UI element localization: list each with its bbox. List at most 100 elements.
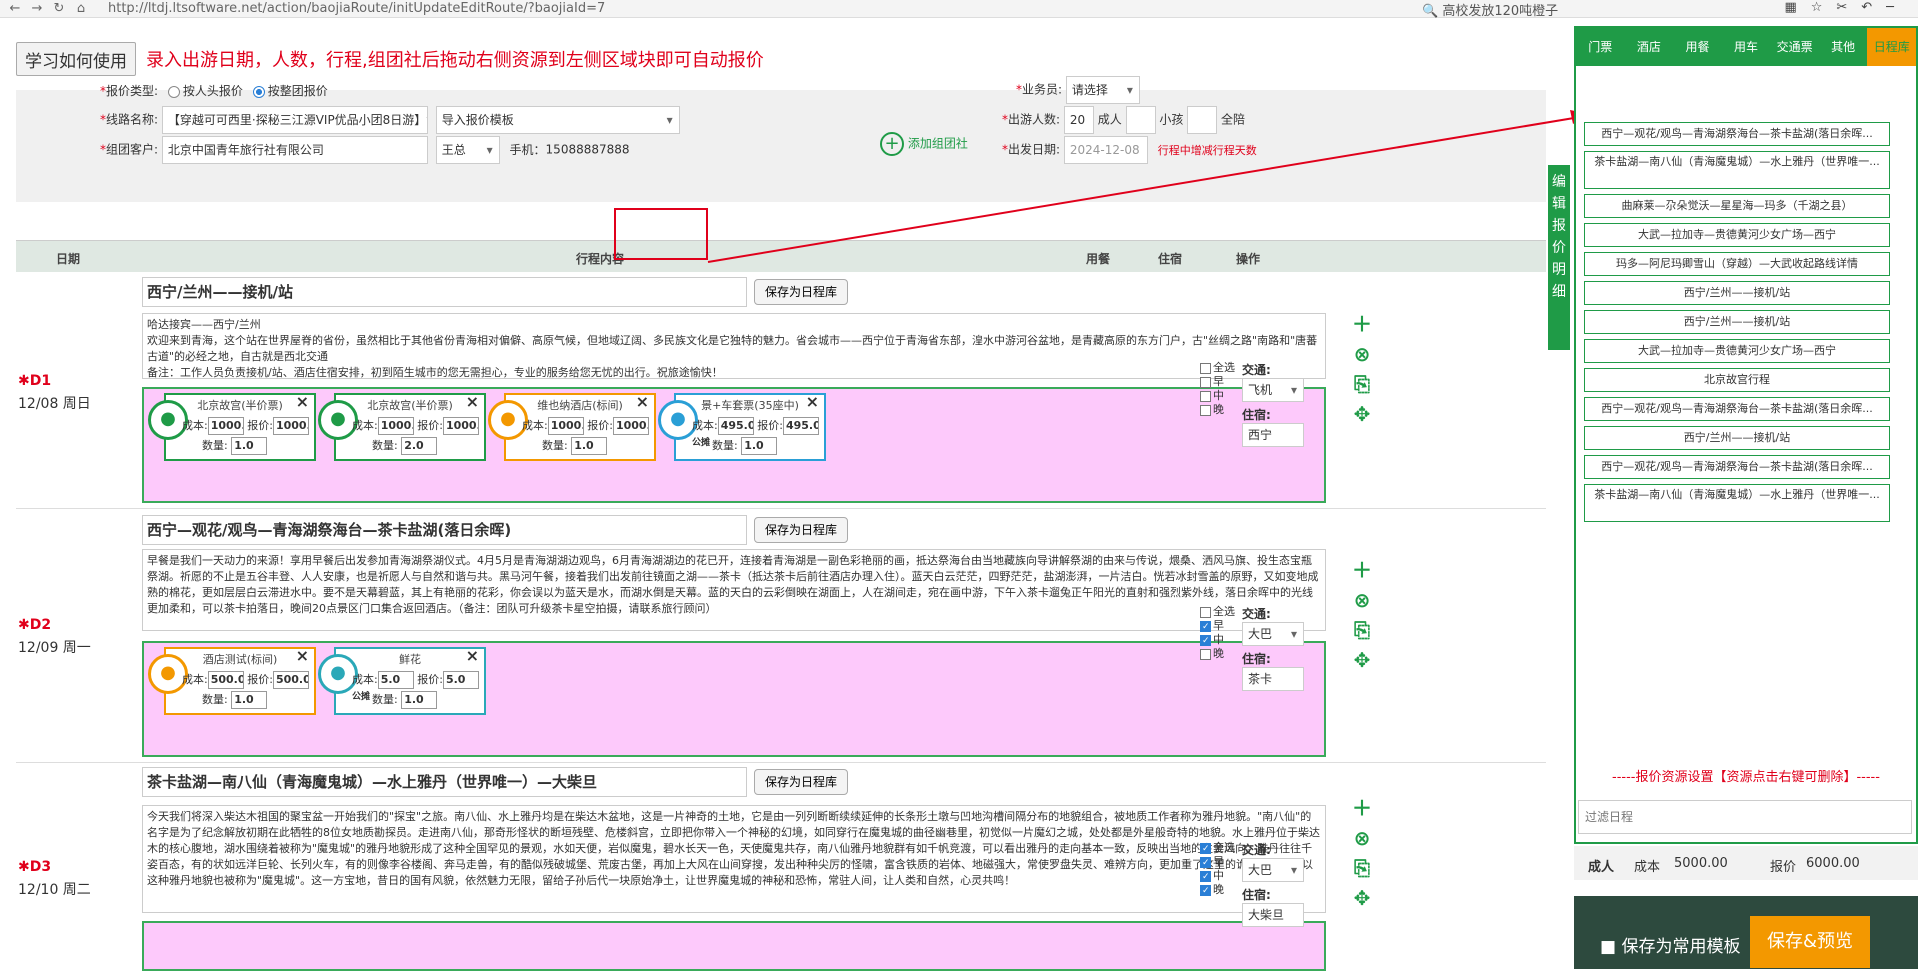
save-preview-button[interactable]: 保存&预览 (1750, 916, 1870, 968)
checkbox[interactable] (1200, 648, 1211, 660)
meal-option[interactable]: 晚 (1200, 403, 1235, 417)
add-icon[interactable]: ＋ (1352, 309, 1372, 339)
schedule-library-item[interactable]: 北京故宫行程 (1584, 368, 1890, 392)
schedule-library-item[interactable]: 西宁—观花/观鸟—青海湖祭海台—茶卡盐湖(落日余晖... (1584, 455, 1890, 479)
cost-input[interactable]: 1000.0 (207, 417, 244, 435)
cost-input[interactable]: 500.0 (207, 671, 244, 689)
checkbox[interactable] (1200, 870, 1211, 884)
move-icon[interactable]: ✥ (1352, 399, 1372, 429)
schedule-library-item[interactable]: 曲麻莱—尕朵觉沃—星星海—玛多（千湖之县） (1584, 194, 1890, 218)
meal-option[interactable]: 全选 (1200, 361, 1235, 375)
reload-icon[interactable]: ↻ (52, 1, 66, 16)
lodge-input[interactable]: 茶卡 (1242, 667, 1304, 691)
copy-icon[interactable]: ⎘ (1352, 853, 1372, 883)
checkbox[interactable] (1200, 376, 1211, 388)
traffic-select[interactable]: 大巴 (1242, 622, 1304, 646)
close-icon[interactable]: × (296, 646, 309, 665)
add-group-button[interactable]: + 添加组团社 (880, 132, 968, 156)
resource-card[interactable]: 鲜花 × ● 成本: 5.0 报价: 5.0 公摊 数量: 1.0 (318, 646, 486, 715)
template-select[interactable]: 导入报价模板 (435, 106, 680, 134)
browser-search[interactable]: 🔍 高校发放120吨橙子 (1422, 0, 1558, 19)
schedule-library-item[interactable]: 玛多—阿尼玛卿雪山（穿越）—大武收起路线详情 (1584, 252, 1890, 276)
cost-input[interactable]: 5.0 (377, 671, 414, 689)
resource-tab[interactable]: 交通票 (1770, 28, 1819, 66)
price-input[interactable]: 5.0 (442, 671, 479, 689)
close-icon[interactable]: × (296, 392, 309, 411)
learn-button[interactable]: 学习如何使用 (16, 42, 136, 76)
price-input[interactable]: 1000.0 (442, 417, 479, 435)
qty-input[interactable]: 1.0 (571, 437, 608, 455)
qty-input[interactable]: 1.0 (231, 437, 268, 455)
day-description[interactable]: 哈达接宾——西宁/兰州 欢迎来到青海，这个站在世界屋脊的省份，虽然相比于其他省份… (142, 313, 1326, 379)
route-name-input[interactable]: 【穿越可可西里·探秘三江源VIP优品小团8日游】世界自然遗产 (161, 106, 428, 134)
checkbox[interactable] (1200, 634, 1211, 648)
checkbox[interactable] (1200, 606, 1211, 618)
lodge-input[interactable]: 大柴旦 (1242, 903, 1304, 927)
close-icon[interactable]: × (636, 392, 649, 411)
meal-option[interactable]: 晚 (1200, 883, 1235, 898)
copy-icon[interactable]: ⎘ (1352, 615, 1372, 645)
resource-drop-zone[interactable] (142, 921, 1326, 971)
meal-option[interactable]: 早 (1200, 855, 1235, 870)
date-input[interactable]: 2024-12-08 (1063, 136, 1148, 164)
price-input[interactable]: 1000.0 (612, 417, 649, 435)
close-icon[interactable]: × (806, 392, 819, 411)
radio-per-group[interactable] (252, 85, 265, 98)
resource-card[interactable]: 景+车套票(35座中) × ● 成本: 495.0 报价: 495.0 公摊 数量: 1.0 (658, 392, 826, 461)
home-icon[interactable]: ⌂ (74, 1, 88, 16)
address-bar[interactable]: http://ltdj.ltsoftware.net/action/baojia… (108, 1, 605, 16)
schedule-library-item[interactable]: 西宁—观花/观鸟—青海湖祭海台—茶卡盐湖(落日余晖... (1584, 397, 1890, 421)
meal-option[interactable]: 全选 (1200, 605, 1235, 619)
save-schedule-button[interactable]: 保存为日程库 (754, 769, 849, 795)
save-template-checkbox[interactable]: ■ 保存为常用模板 (1600, 932, 1740, 957)
day-title-input[interactable]: 西宁/兰州——接机/站 (142, 277, 747, 307)
adult-input[interactable] (1125, 106, 1156, 134)
filter-input[interactable]: 过滤日程 (1578, 800, 1912, 834)
schedule-library-item[interactable]: 大武—拉加寺—贵德黄河少女广场—西宁 (1584, 339, 1890, 363)
child-input[interactable] (1187, 106, 1218, 134)
schedule-library-item[interactable]: 西宁—观花/观鸟—青海湖祭海台—茶卡盐湖(落日余晖... (1584, 122, 1890, 146)
day-description[interactable]: 早餐是我们一天动力的来源！享用早餐后出发参加青海湖祭湖仪式。4月5月是青海湖湖边… (142, 549, 1326, 631)
qty-input[interactable]: 1.0 (401, 691, 438, 709)
cost-input[interactable]: 1000.0 (547, 417, 584, 435)
qty-input[interactable]: 1.0 (741, 437, 778, 455)
save-schedule-button[interactable]: 保存为日程库 (754, 279, 849, 305)
close-icon[interactable]: × (466, 646, 479, 665)
resource-tab[interactable]: 酒店 (1625, 28, 1674, 66)
resource-card[interactable]: 北京故宫(半价票)×●成本:1000.0 报价:1000.0数量: 1.0 (148, 392, 316, 461)
checkbox[interactable] (1200, 362, 1211, 374)
checkbox[interactable] (1200, 884, 1211, 898)
resource-tab[interactable]: 其他 (1819, 28, 1868, 66)
copy-icon[interactable]: ⎘ (1352, 369, 1372, 399)
traffic-select[interactable]: 飞机 (1242, 378, 1304, 402)
meal-option[interactable]: 中 (1200, 633, 1235, 648)
delete-icon[interactable]: ⊗ (1352, 585, 1372, 615)
contact-select[interactable]: 王总 (435, 136, 500, 164)
checkbox[interactable] (1200, 404, 1211, 416)
checkbox[interactable] (1200, 856, 1211, 870)
forward-icon[interactable]: → (30, 1, 44, 16)
resource-card[interactable]: 北京故宫(半价票)×●成本:1000.0 报价:1000.0数量: 2.0 (318, 392, 486, 461)
resource-card[interactable]: 维也纳酒店(标间)×●成本:1000.0 报价:1000.0数量: 1.0 (488, 392, 656, 461)
day-title-input[interactable]: 西宁—观花/观鸟—青海湖祭海台—茶卡盐湖(落日余晖) (142, 515, 747, 545)
meal-option[interactable]: 中 (1200, 869, 1235, 884)
save-schedule-button[interactable]: 保存为日程库 (754, 517, 849, 543)
move-icon[interactable]: ✥ (1352, 883, 1372, 913)
schedule-library-item[interactable]: 茶卡盐湖—南八仙（青海魔鬼城）—水上雅丹（世界唯一... (1584, 151, 1890, 189)
price-input[interactable]: 500.0 (272, 671, 309, 689)
radio-per-person[interactable] (167, 85, 180, 98)
cost-input[interactable]: 495.0 (717, 417, 754, 435)
delete-icon[interactable]: ⊗ (1352, 339, 1372, 369)
meal-option[interactable]: 早 (1200, 375, 1235, 389)
lodge-input[interactable]: 西宁 (1242, 423, 1304, 447)
schedule-library-item[interactable]: 大武—拉加寺—贵德黄河少女广场—西宁 (1584, 223, 1890, 247)
schedule-library-item[interactable]: 茶卡盐湖—南八仙（青海魔鬼城）—水上雅丹（世界唯一... (1584, 484, 1890, 522)
resource-tab[interactable]: 日程库 (1867, 28, 1917, 66)
checkbox[interactable] (1200, 842, 1211, 856)
browser-tools-icons[interactable]: ▦☆✂↶─ (1784, 0, 1908, 15)
price-input[interactable]: 1000.0 (272, 417, 309, 435)
resource-tab[interactable]: 用餐 (1673, 28, 1722, 66)
add-icon[interactable]: ＋ (1352, 793, 1372, 823)
move-icon[interactable]: ✥ (1352, 645, 1372, 675)
resource-tab[interactable]: 用车 (1722, 28, 1771, 66)
